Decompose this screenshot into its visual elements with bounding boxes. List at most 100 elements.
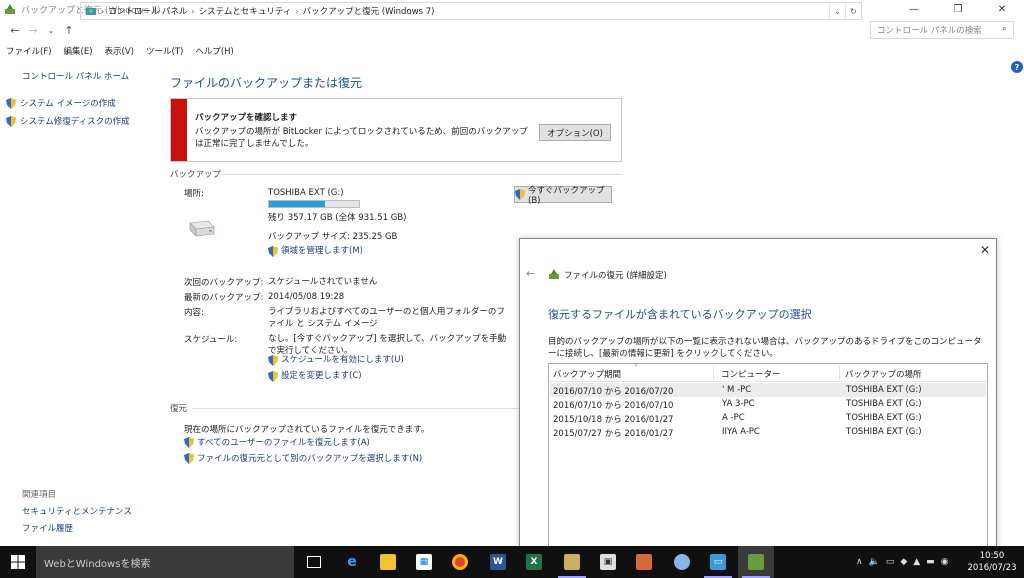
paint-icon [674, 554, 690, 570]
table-row[interactable]: 2015/10/18 から 2016/01/27 A -PC TOSHIBA E… [550, 411, 986, 425]
backup-list[interactable]: ⌄ バックアップ期間 コンピューター バックアップの場所 2016/07/10 … [548, 360, 988, 549]
next-backup-label: 次回のバックアップ: [184, 278, 264, 288]
search-input[interactable]: コントロール パネルの検索 [870, 21, 1014, 39]
column-divider[interactable] [839, 366, 840, 380]
file-history-link[interactable]: ファイル履歴 [22, 522, 73, 534]
dialog-close-icon[interactable]: ✕ [980, 243, 990, 257]
contents-value: ライブラリおよびすべてのユーザーのと個人用フォルダーのファイル と システム イ… [268, 307, 505, 329]
task-view-button[interactable] [296, 546, 332, 578]
location-value: TOSHIBA EXT (G:) [268, 188, 344, 198]
taskbar-search-input[interactable]: WebとWindowsを検索 [36, 546, 294, 578]
taskbar-store[interactable]: ▦ [406, 546, 442, 578]
taskbar-app-2[interactable]: ▣ [590, 546, 626, 578]
column-header-computer[interactable]: コンピューター [721, 368, 781, 380]
menu-view[interactable]: 表示(V) [105, 45, 134, 57]
notes-icon [564, 554, 580, 570]
excel-icon: X [526, 554, 542, 570]
uac-shield-icon [268, 245, 278, 257]
help-icon[interactable]: ? [1011, 61, 1023, 73]
create-system-image-link[interactable]: システム イメージの作成 [6, 97, 116, 109]
related-section-title: 関連項目 [22, 490, 57, 500]
dropbox-icon[interactable]: ◆ [900, 557, 907, 567]
taskbar-app-4[interactable] [664, 546, 700, 578]
list-header: ⌄ バックアップ期間 コンピューター バックアップの場所 [549, 360, 987, 382]
manage-space-link[interactable]: 領域を管理します(M) [268, 245, 363, 257]
table-row[interactable]: 2015/07/27 から 2016/01/27 IIYA A-PC TOSHI… [550, 425, 986, 439]
back-arrow-icon[interactable]: ← [6, 21, 24, 39]
uac-shield-icon [515, 189, 525, 200]
table-row[interactable]: 2016/07/10 から 2016/07/10 YA 3-PC TOSHIBA… [550, 397, 986, 411]
taskbar-app-1[interactable] [554, 546, 590, 578]
dialog-back-arrow-icon[interactable]: ← [526, 267, 535, 280]
table-row[interactable]: 2016/07/10 から 2016/07/20 ' M -PC TOSHIBA… [550, 383, 986, 397]
search-icon[interactable]: ⌕ [1002, 24, 1007, 34]
breadcrumb-backup-restore[interactable]: バックアップと復元 (Windows 7) [303, 5, 435, 17]
free-space-text: 残り 357.17 GB (全体 931.51 GB) [268, 213, 407, 223]
security-maintenance-link[interactable]: セキュリティとメンテナンス [22, 505, 132, 517]
address-bar[interactable]: › コントロール パネル › システムとセキュリティ › バックアップと復元 (… [80, 2, 862, 20]
close-button[interactable]: ✕ [980, 0, 1024, 18]
windows-logo-icon [11, 555, 25, 569]
change-settings-link[interactable]: 設定を変更します(C) [268, 370, 362, 382]
uac-shield-icon [184, 436, 194, 448]
warning-strip [171, 99, 187, 161]
select-other-backup-link[interactable]: ファイルの復元元として別のバックアップを選択します(N) [184, 452, 422, 464]
refresh-icon[interactable]: ↻ [845, 3, 861, 19]
taskbar-word[interactable]: W [480, 546, 516, 578]
taskbar-app-5[interactable]: ▭ [700, 546, 736, 578]
menu-tools[interactable]: ツール(T) [146, 45, 183, 57]
forward-arrow-icon[interactable]: → [24, 21, 42, 39]
volume-icon[interactable]: 🔈 [869, 557, 880, 567]
breadcrumb-system-security[interactable]: システムとセキュリティ [199, 5, 292, 17]
minimize-button[interactable]: — [892, 0, 936, 18]
address-dropdown-icon[interactable]: ⌄ [829, 3, 845, 19]
taskbar-backup-restore[interactable] [738, 546, 774, 578]
battery-icon[interactable]: ▬ [926, 557, 935, 567]
menu-help[interactable]: ヘルプ(H) [195, 45, 234, 57]
clock-date: 2016/07/23 [967, 563, 1017, 573]
taskbar-explorer[interactable] [370, 546, 406, 578]
backup-now-button[interactable]: 今すぐバックアップ(B) [514, 186, 612, 206]
system-tray: ∧ 🔈 ▭ ◆ ▲ ▬ ◉ [856, 546, 955, 578]
menu-file[interactable]: ファイル(F) [6, 45, 52, 57]
taskbar-app-3[interactable] [626, 546, 662, 578]
backup-size-text: バックアップ サイズ: 235.25 GB [268, 232, 398, 242]
restore-section-title: 復元 [170, 404, 188, 414]
google-drive-icon[interactable]: ▲ [913, 557, 920, 567]
menu-edit[interactable]: 編集(E) [64, 45, 93, 57]
recent-chevron-icon[interactable]: ⌄ [42, 21, 60, 39]
up-arrow-icon[interactable]: ↑ [60, 21, 78, 39]
taskbar-edge[interactable]: e [334, 546, 370, 578]
schedule-label: スケジュール: [184, 335, 238, 345]
create-repair-disc-link[interactable]: システム修復ディスクの作成 [6, 115, 130, 127]
taskbar-clock[interactable]: 10:50 2016/07/23 [966, 550, 1018, 574]
dialog-heading: 復元するファイルが含まれているバックアップの選択 [548, 308, 812, 321]
backup-section-title: バックアップ [170, 170, 222, 180]
restore-text: 現在の場所にバックアップされているファイルを復元できます。 [184, 425, 430, 435]
app-tray-icon[interactable]: ◉ [941, 557, 949, 567]
menu-bar: ファイル(F) 編集(E) 表示(V) ツール(T) ヘルプ(H) [0, 43, 246, 59]
task-view-icon [307, 556, 321, 568]
control-panel-home-link[interactable]: コントロール パネル ホーム [22, 70, 129, 82]
start-button[interactable] [0, 546, 36, 578]
control-panel-icon [86, 8, 96, 15]
show-hidden-icons-chevron-icon[interactable]: ∧ [856, 557, 863, 567]
column-header-location[interactable]: バックアップの場所 [845, 368, 922, 380]
taskbar-chrome[interactable] [442, 546, 478, 578]
contents-label: 内容: [184, 308, 204, 318]
network-icon[interactable]: ▭ [886, 557, 895, 567]
breadcrumb-control-panel[interactable]: コントロール パネル [108, 5, 187, 17]
enable-schedule-link[interactable]: スケジュールを有効にします(U) [268, 354, 404, 366]
disk-usage-fill [269, 201, 325, 207]
column-header-period[interactable]: バックアップ期間 [553, 368, 621, 380]
restore-button[interactable]: ❐ [936, 0, 980, 18]
disk-usage-bar [268, 200, 360, 208]
restore-all-users-link[interactable]: すべてのユーザーのファイルを復元します(A) [184, 436, 370, 448]
column-divider[interactable] [713, 366, 714, 380]
page-title: ファイルのバックアップまたは復元 [170, 76, 363, 90]
sidebar: コントロール パネル ホーム システム イメージの作成 システム修復ディスクの作… [0, 60, 160, 546]
sort-arrow-icon: ⌄ [633, 360, 639, 368]
dialog-title: ファイルの復元 (詳細設定) [564, 271, 667, 281]
options-button[interactable]: オプション(O) [539, 124, 611, 141]
taskbar-excel[interactable]: X [516, 546, 552, 578]
